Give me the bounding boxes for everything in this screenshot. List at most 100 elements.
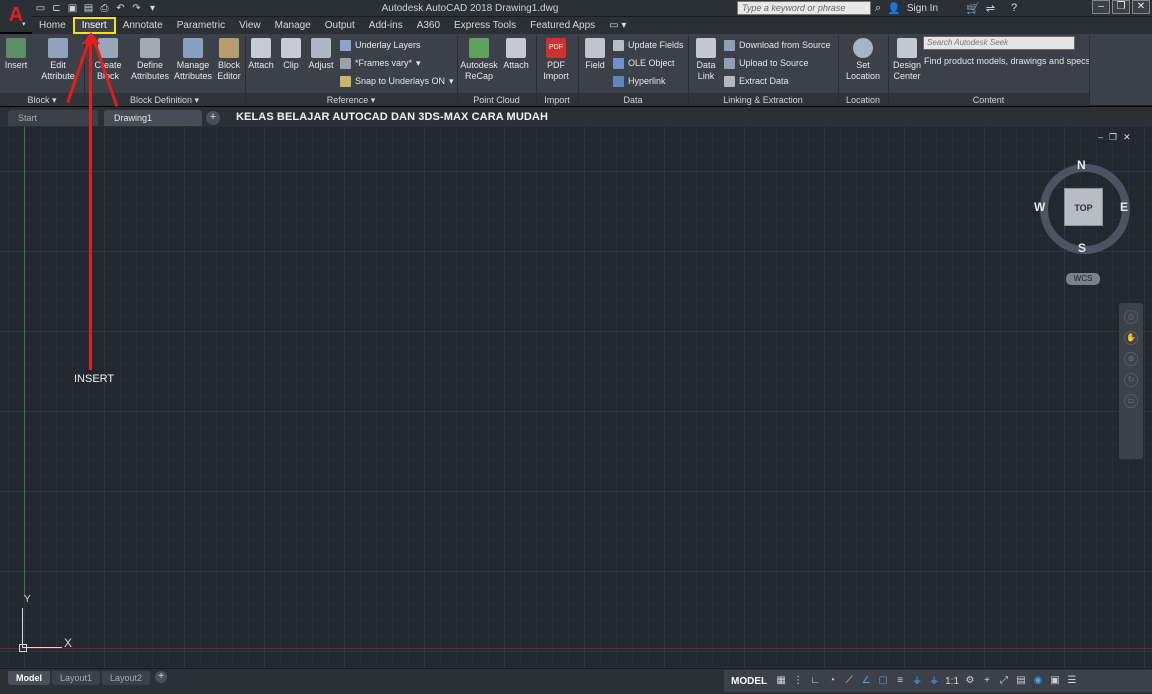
object-snap-icon[interactable]: ▢ [877, 675, 889, 687]
attach-reference-button[interactable]: Attach [246, 38, 276, 71]
panel-title-reference[interactable]: Reference ▾ [245, 94, 457, 106]
viewport-close-icon[interactable]: ✕ [1123, 132, 1131, 143]
new-tab-plus-icon[interactable]: + [206, 111, 220, 125]
showmotion-icon[interactable]: ▭ [1124, 394, 1138, 408]
polar-tracking-icon[interactable]: ◔ [826, 675, 838, 687]
panel-title-block-definition[interactable]: Block Definition ▾ [84, 94, 245, 106]
layout-tab-layout2[interactable]: Layout2 [102, 671, 151, 685]
quick-properties-icon[interactable]: ▤ [1015, 675, 1027, 687]
upload-to-source-button[interactable]: Upload to Source [724, 55, 809, 71]
adjust-button[interactable]: Adjust [305, 38, 337, 71]
hardware-acceleration-icon[interactable]: ◉ [1032, 675, 1044, 687]
layout-tab-model[interactable]: Model [8, 671, 50, 685]
tab-home[interactable]: Home [32, 17, 73, 34]
insert-block-button[interactable]: Insert [3, 38, 29, 71]
lineweight-icon[interactable]: ≡ [894, 675, 906, 687]
cart-icon[interactable]: 🛒 [966, 2, 980, 15]
auto-scale-icon[interactable]: ⚶ [928, 675, 940, 687]
object-snap-tracking-icon[interactable]: ∠ [860, 675, 872, 687]
tab-express-tools[interactable]: Express Tools [447, 17, 523, 34]
hyperlink-button[interactable]: Hyperlink [613, 73, 666, 89]
layout-tab-layout1[interactable]: Layout1 [52, 671, 101, 685]
data-link-button[interactable]: Data Link [692, 38, 720, 82]
compass-south[interactable]: S [1078, 241, 1086, 255]
viewport-restore-icon[interactable]: ❐ [1109, 132, 1117, 143]
extract-data-button[interactable]: Extract Data [724, 73, 789, 89]
tab-a360[interactable]: A360 [410, 17, 447, 34]
add-layout-plus-icon[interactable]: + [155, 671, 167, 683]
annotation-scale[interactable]: 1:1 [945, 676, 959, 687]
workspace-gear-icon[interactable]: ⚙ [964, 675, 976, 687]
pan-icon[interactable]: ✋ [1124, 331, 1138, 345]
binoculars-icon[interactable]: ⌕ [875, 2, 881, 15]
tab-output[interactable]: Output [318, 17, 362, 34]
restore-button[interactable]: ❐ [1112, 0, 1130, 14]
orbit-icon[interactable]: ↻ [1124, 373, 1138, 387]
annotation-visibility-icon[interactable]: ⚶ [911, 675, 923, 687]
ole-object-button[interactable]: OLE Object [613, 55, 675, 71]
tab-view[interactable]: View [232, 17, 268, 34]
define-attributes-button[interactable]: Define Attributes [128, 38, 172, 82]
customize-qat-icon[interactable]: ▾ [146, 3, 159, 15]
frames-vary-dropdown[interactable]: *Frames vary* ▾ [340, 55, 421, 71]
units-icon[interactable]: ⤢ [998, 675, 1010, 687]
undo-icon[interactable]: ↶ [114, 3, 127, 15]
grid-icon[interactable]: ▦ [775, 675, 787, 687]
sign-in-link[interactable]: Sign In [907, 3, 938, 14]
print-icon[interactable]: ⎙ [98, 3, 111, 15]
save-icon[interactable]: ▣ [66, 3, 79, 15]
help-search-input[interactable]: Type a keyword or phrase [737, 1, 871, 15]
drawing-canvas[interactable] [0, 127, 1152, 668]
customization-menu-icon[interactable]: ☰ [1066, 675, 1078, 687]
compass-north[interactable]: N [1077, 158, 1086, 172]
ribbon-display-toggle-icon[interactable]: ▭ ▾ [602, 17, 633, 34]
snap-to-underlays-dropdown[interactable]: Snap to Underlays ON ▾ [340, 73, 454, 89]
save-as-icon[interactable]: ▤ [82, 3, 95, 15]
clean-screen-icon[interactable]: ▣ [1049, 675, 1061, 687]
minimize-button[interactable]: – [1092, 0, 1110, 14]
seek-search-input[interactable]: Search Autodesk Seek [923, 36, 1075, 50]
block-editor-button[interactable]: Block Editor [214, 38, 244, 82]
model-space-button[interactable]: MODEL [728, 676, 770, 687]
isodraft-icon[interactable]: ⟋ [843, 675, 855, 687]
new-file-icon[interactable]: ▭ [34, 3, 47, 15]
help-icon[interactable]: ? [1011, 2, 1017, 14]
tab-parametric[interactable]: Parametric [170, 17, 232, 34]
compass-east[interactable]: E [1120, 200, 1128, 214]
design-center-button[interactable]: Design Center [890, 38, 924, 82]
tab-add-ins[interactable]: Add-ins [362, 17, 410, 34]
file-tab-drawing1[interactable]: Drawing1 [104, 110, 202, 126]
tab-manage[interactable]: Manage [268, 17, 318, 34]
update-fields-button[interactable]: Update Fields [613, 37, 684, 53]
adjust-icon [311, 38, 331, 58]
plus-icon[interactable]: + [981, 675, 993, 687]
attach-icon [251, 38, 271, 58]
edit-attribute-button[interactable]: Edit Attribute [38, 38, 78, 82]
close-window-button[interactable]: ✕ [1132, 0, 1150, 14]
zoom-extents-icon[interactable]: ⊕ [1124, 352, 1138, 366]
manage-attributes-button[interactable]: Manage Attributes [172, 38, 214, 82]
attach-point-cloud-button[interactable]: Attach [501, 38, 531, 71]
download-from-source-button[interactable]: Download from Source [724, 37, 831, 53]
clip-button[interactable]: Clip [278, 38, 304, 71]
tab-featured-apps[interactable]: Featured Apps [523, 17, 602, 34]
wcs-menu[interactable]: WCS [1066, 273, 1100, 285]
compass-west[interactable]: W [1034, 200, 1045, 214]
viewport-minimize-icon[interactable]: – [1098, 132, 1103, 143]
pdf-import-button[interactable]: PDF PDF Import [540, 38, 572, 82]
field-button[interactable]: Field [582, 38, 608, 71]
snap-mode-icon[interactable]: ⋮ [792, 675, 804, 687]
open-file-icon[interactable]: ⊏ [50, 3, 63, 15]
exchange-icon[interactable]: ⇌ [986, 2, 995, 15]
steering-wheel-icon[interactable]: ◎ [1124, 310, 1138, 324]
application-menu-button[interactable]: A ▾ [0, 0, 32, 32]
tab-annotate[interactable]: Annotate [116, 17, 170, 34]
ortho-icon[interactable]: ∟ [809, 675, 821, 687]
autodesk-recap-button[interactable]: Autodesk ReCap [458, 38, 500, 82]
ribbon: Insert Edit Attribute Create Block Defin… [0, 34, 1152, 106]
viewcube-top-face[interactable]: TOP [1064, 188, 1103, 226]
underlay-layers-button[interactable]: Underlay Layers [340, 37, 421, 53]
redo-icon[interactable]: ↷ [130, 3, 143, 15]
file-tab-start[interactable]: Start [8, 110, 98, 126]
set-location-button[interactable]: Set Location [842, 38, 884, 82]
